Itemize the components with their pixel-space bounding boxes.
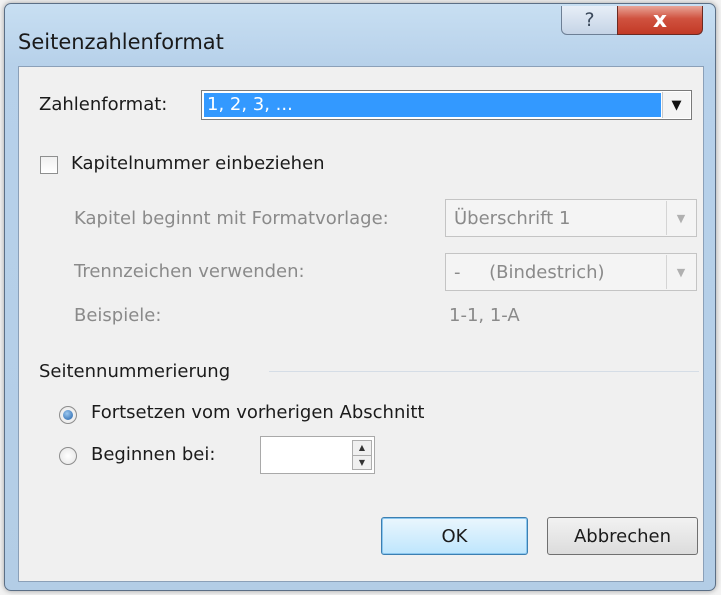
ok-button[interactable]: OK [381,517,528,555]
help-button[interactable]: ? [561,6,618,35]
number-format-label: Zahlenformat: [39,94,167,115]
separator-label: Trennzeichen verwenden: [74,261,305,282]
ok-button-label: OK [441,525,468,547]
chapter-style-value: Überschrift 1 [454,208,571,229]
continue-label[interactable]: Fortsetzen vom vorherigen Abschnitt [91,402,424,423]
number-format-value: 1, 2, 3, ... [204,93,661,117]
continue-radio[interactable] [59,406,77,424]
help-icon: ? [584,9,595,31]
chevron-down-icon[interactable]: ▼ [662,92,690,118]
chapter-style-label: Kapitel beginnt mit Formatvorlage: [74,208,389,229]
start-at-label[interactable]: Beginnen bei: [91,444,215,465]
radio-selected-icon [63,410,73,420]
dialog-body: Zahlenformat: 1, 2, 3, ... ▼ Kapitelnumm… [18,66,704,582]
spin-down-icon[interactable]: ▼ [353,456,371,470]
start-at-radio[interactable] [59,447,77,465]
close-icon: x [652,7,668,33]
separator-value: - (Bindestrich) [454,262,605,283]
examples-value: 1-1, 1-A [449,305,520,326]
start-at-spinner[interactable]: ▲ ▼ [260,436,375,474]
number-format-dropdown[interactable]: 1, 2, 3, ... ▼ [201,90,692,120]
include-chapter-label[interactable]: Kapitelnummer einbeziehen [71,153,325,174]
separator-dropdown[interactable]: - (Bindestrich) ▼ [445,253,697,291]
include-chapter-checkbox[interactable] [40,156,58,174]
cancel-button-label: Abbrechen [573,525,672,547]
chapter-style-dropdown[interactable]: Überschrift 1 ▼ [445,199,697,237]
spin-up-icon[interactable]: ▲ [353,441,371,456]
dialog-title: Seitenzahlenformat [18,30,224,54]
examples-label: Beispiele: [74,305,162,326]
chevron-down-icon: ▼ [666,255,695,289]
dialog-window: Seitenzahlenformat ? x Zahlenformat: 1, … [4,3,716,591]
group-divider [269,371,699,372]
cancel-button[interactable]: Abbrechen [547,517,698,555]
spinner-buttons[interactable]: ▲ ▼ [352,440,372,470]
chevron-down-icon: ▼ [666,201,695,235]
page-numbering-heading: Seitennummerierung [39,361,231,382]
close-button[interactable]: x [617,6,703,35]
number-format-label-text: Zahlenformat: [39,94,168,115]
